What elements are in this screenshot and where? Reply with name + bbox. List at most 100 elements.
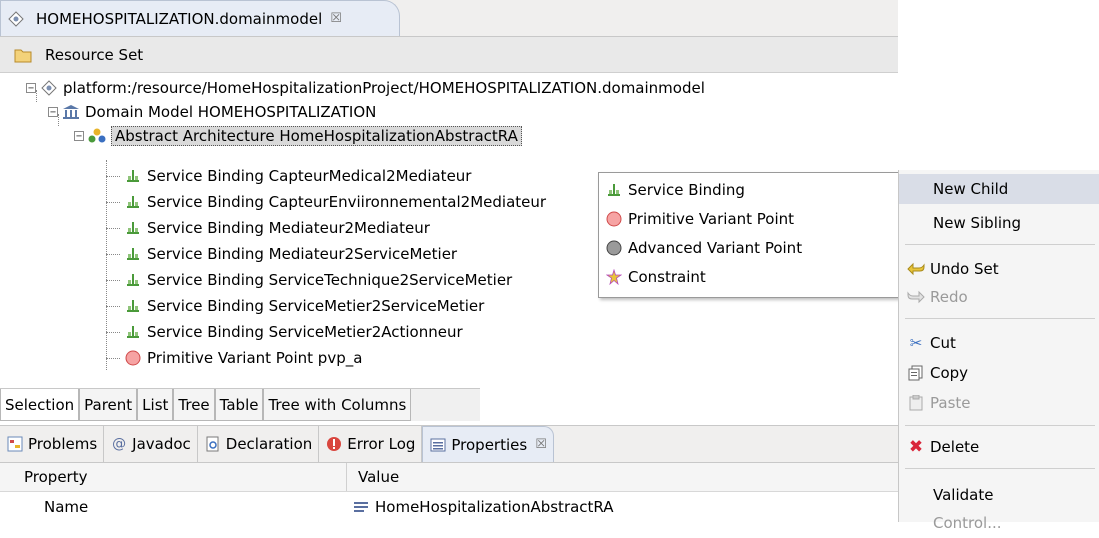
menu-item-control[interactable]: Control... bbox=[899, 508, 1099, 538]
menu-item-paste[interactable]: Paste bbox=[899, 388, 1099, 418]
tree-item-domain-model[interactable]: − Domain Model HOMEHOSPITALIZATION bbox=[48, 100, 376, 124]
redo-icon bbox=[907, 288, 925, 306]
tree-item-label: platform:/resource/HomeHospitalizationPr… bbox=[63, 79, 705, 97]
menu-item-label: Delete bbox=[930, 438, 980, 456]
menu-item-cut[interactable]: ✂ Cut bbox=[899, 328, 1099, 358]
menu-item-label: Copy bbox=[930, 364, 969, 382]
tree-item-service-binding[interactable]: Service Binding ServiceMetier2ServiceMet… bbox=[106, 294, 484, 318]
tab-label: Javadoc bbox=[132, 435, 191, 453]
property-name: Name bbox=[44, 498, 89, 516]
tab-label: Error Log bbox=[347, 435, 416, 453]
editor-tab-title: HOMEHOSPITALIZATION.domainmodel bbox=[36, 9, 323, 28]
editor-tab[interactable]: HOMEHOSPITALIZATION.domainmodel ☒ bbox=[0, 0, 400, 36]
menu-item-service-binding[interactable]: Service Binding bbox=[605, 177, 745, 203]
service-binding-icon bbox=[605, 181, 623, 199]
tree-item-label: Service Binding Mediateur2Mediateur bbox=[147, 219, 430, 237]
folder-icon bbox=[14, 46, 32, 64]
service-binding-icon bbox=[124, 219, 142, 237]
views-tab-strip: Problems @ Javadoc Declaration Error Log… bbox=[0, 425, 898, 463]
tree-item-label: Service Binding CapteurMedical2Mediateur bbox=[147, 167, 472, 185]
close-icon[interactable]: ☒ bbox=[330, 11, 342, 26]
collapse-icon[interactable]: − bbox=[26, 83, 36, 94]
tree-item-service-binding[interactable]: Service Binding ServiceMetier2Actionneur bbox=[106, 320, 463, 344]
menu-item-advanced-variant-point[interactable]: Advanced Variant Point bbox=[605, 235, 802, 261]
tab-parent[interactable]: Parent bbox=[79, 389, 138, 421]
editor-tab-strip: HOMEHOSPITALIZATION.domainmodel ☒ bbox=[0, 0, 898, 37]
menu-separator bbox=[905, 318, 1095, 319]
collapse-icon[interactable]: − bbox=[74, 131, 84, 142]
tree-item-service-binding[interactable]: Service Binding CapteurEnviironnemental2… bbox=[106, 190, 546, 214]
resource-set-header: Resource Set bbox=[0, 37, 898, 73]
service-binding-icon bbox=[124, 193, 142, 211]
menu-separator bbox=[905, 468, 1095, 469]
column-header-value[interactable]: Value bbox=[358, 463, 399, 491]
menu-item-constraint[interactable]: Constraint bbox=[605, 264, 706, 290]
architecture-icon bbox=[88, 127, 106, 145]
tree-item-primitive-variant-point[interactable]: Primitive Variant Point pvp_a bbox=[106, 346, 362, 370]
tab-selection[interactable]: Selection bbox=[0, 389, 80, 421]
tab-problems[interactable]: Problems bbox=[0, 426, 105, 462]
building-icon bbox=[62, 103, 80, 121]
tab-label: Problems bbox=[28, 435, 98, 453]
menu-separator bbox=[905, 244, 1095, 245]
tree-item-root[interactable]: − platform:/resource/HomeHospitalization… bbox=[26, 76, 705, 100]
menu-item-label: Cut bbox=[930, 334, 956, 352]
tree-item-abstract-architecture[interactable]: − Abstract Architecture HomeHospitalizat… bbox=[74, 124, 522, 148]
domain-model-file-icon bbox=[40, 79, 58, 97]
javadoc-icon: @ bbox=[112, 436, 127, 452]
tab-tree-with-columns[interactable]: Tree with Columns bbox=[263, 389, 412, 421]
tab-table[interactable]: Table bbox=[214, 389, 264, 421]
tree-item-label: Service Binding Mediateur2ServiceMetier bbox=[147, 245, 458, 263]
close-icon[interactable]: ☒ bbox=[535, 437, 547, 452]
menu-item-new-child[interactable]: New Child bbox=[899, 174, 1099, 204]
paste-icon bbox=[907, 394, 925, 412]
service-binding-icon bbox=[124, 271, 142, 289]
tab-label: Properties bbox=[451, 435, 528, 454]
menu-item-undo[interactable]: Undo Set bbox=[899, 254, 1099, 284]
menu-item-label: Paste bbox=[930, 394, 971, 412]
tab-label: Declaration bbox=[225, 435, 313, 453]
text-value-icon bbox=[352, 498, 370, 516]
menu-item-validate[interactable]: Validate bbox=[899, 480, 1099, 510]
menu-separator bbox=[905, 425, 1095, 426]
tree-item-label: Abstract Architecture HomeHospitalizatio… bbox=[111, 126, 522, 146]
tree-item-service-binding[interactable]: Service Binding CapteurMedical2Mediateur bbox=[106, 164, 471, 188]
column-header-property[interactable]: Property bbox=[24, 463, 87, 491]
new-child-submenu: Service Binding Primitive Variant Point … bbox=[598, 172, 900, 298]
menu-item-label: Redo bbox=[930, 288, 968, 306]
tab-list[interactable]: List bbox=[137, 389, 174, 421]
problems-icon bbox=[6, 435, 24, 453]
tab-declaration[interactable]: Declaration bbox=[198, 426, 320, 462]
menu-item-primitive-variant-point[interactable]: Primitive Variant Point bbox=[605, 206, 794, 232]
scissors-icon: ✂ bbox=[909, 334, 923, 352]
menu-item-new-sibling[interactable]: New Sibling bbox=[899, 208, 1099, 238]
property-value-text: HomeHospitalizationAbstractRA bbox=[375, 498, 614, 516]
context-menu: New Child New Sibling Undo Set Redo ✂ Cu… bbox=[898, 170, 1099, 532]
tab-properties[interactable]: Properties ☒ bbox=[422, 426, 554, 462]
tab-error-log[interactable]: Error Log bbox=[319, 426, 423, 462]
tree-item-service-binding[interactable]: Service Binding ServiceTechnique2Service… bbox=[106, 268, 512, 292]
tree-item-service-binding[interactable]: Service Binding Mediateur2Mediateur bbox=[106, 216, 430, 240]
menu-item-label: Advanced Variant Point bbox=[628, 239, 803, 257]
tree-item-service-binding[interactable]: Service Binding Mediateur2ServiceMetier bbox=[106, 242, 457, 266]
error-log-icon bbox=[325, 435, 343, 453]
undo-icon bbox=[907, 260, 925, 278]
resource-set-label: Resource Set bbox=[45, 45, 144, 64]
collapse-icon[interactable]: − bbox=[48, 107, 58, 118]
service-binding-icon bbox=[124, 323, 142, 341]
primitive-variant-point-icon bbox=[605, 210, 623, 228]
menu-item-copy[interactable]: Copy bbox=[899, 358, 1099, 388]
menu-item-label: Service Binding bbox=[628, 181, 745, 199]
menu-item-label: Undo Set bbox=[930, 260, 999, 278]
menu-item-redo[interactable]: Redo bbox=[899, 282, 1099, 312]
constraint-icon bbox=[605, 268, 623, 286]
delete-icon: ✖ bbox=[908, 437, 924, 457]
domain-model-file-icon bbox=[7, 10, 25, 28]
tree-item-label: Domain Model HOMEHOSPITALIZATION bbox=[85, 103, 377, 121]
primitive-variant-point-icon bbox=[124, 349, 142, 367]
table-row[interactable]: Name HomeHospitalizationAbstractRA bbox=[0, 492, 898, 522]
tab-tree[interactable]: Tree bbox=[173, 389, 215, 421]
property-value[interactable]: HomeHospitalizationAbstractRA bbox=[352, 492, 614, 522]
menu-item-delete[interactable]: ✖ Delete bbox=[899, 432, 1099, 462]
tab-javadoc[interactable]: @ Javadoc bbox=[104, 426, 198, 462]
